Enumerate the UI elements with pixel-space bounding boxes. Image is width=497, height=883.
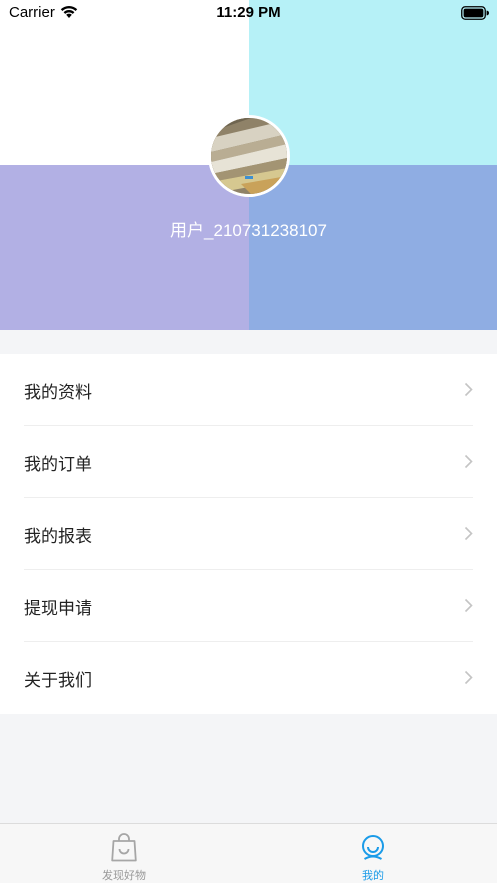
profile-screen: 用户_210731238107 Carrier 11:29 PM 我的资料 我的… xyxy=(0,0,497,883)
profile-face-icon xyxy=(359,833,387,867)
profile-menu: 我的资料 我的订单 我的报表 提现申请 关于我们 xyxy=(0,354,497,714)
menu-item-my-reports[interactable]: 我的报表 xyxy=(24,498,473,570)
tab-bar: 发现好物 我的 xyxy=(0,823,497,883)
chevron-right-icon xyxy=(464,598,473,617)
menu-item-label: 我的订单 xyxy=(24,455,92,475)
battery-full-icon xyxy=(461,5,489,24)
menu-item-label: 我的报表 xyxy=(24,527,92,547)
menu-item-my-profile[interactable]: 我的资料 xyxy=(24,354,473,426)
tab-discover-label: 发现好物 xyxy=(102,869,146,882)
status-time: 11:29 PM xyxy=(216,4,281,21)
status-bar: Carrier 11:29 PM xyxy=(0,0,497,26)
tab-discover[interactable]: 发现好物 xyxy=(0,824,248,883)
menu-item-label: 提现申请 xyxy=(24,599,92,619)
username: 用户_210731238107 xyxy=(170,221,327,240)
profile-header: 用户_210731238107 xyxy=(0,0,497,330)
avatar-image xyxy=(211,118,287,194)
avatar[interactable] xyxy=(208,115,290,197)
shopping-bag-icon xyxy=(110,833,138,867)
chevron-right-icon xyxy=(464,382,473,401)
header-quadrant-bottom-left xyxy=(0,165,249,330)
menu-item-about-us[interactable]: 关于我们 xyxy=(24,642,473,714)
menu-item-label: 我的资料 xyxy=(24,383,92,403)
chevron-right-icon xyxy=(464,454,473,473)
menu-item-my-orders[interactable]: 我的订单 xyxy=(24,426,473,498)
chevron-right-icon xyxy=(464,526,473,545)
menu-item-withdraw-request[interactable]: 提现申请 xyxy=(24,570,473,642)
tab-mine[interactable]: 我的 xyxy=(249,824,497,883)
chevron-right-icon xyxy=(464,670,473,689)
header-quadrant-bottom-right xyxy=(249,165,497,330)
tab-mine-label: 我的 xyxy=(362,869,384,882)
menu-item-label: 关于我们 xyxy=(24,671,92,691)
